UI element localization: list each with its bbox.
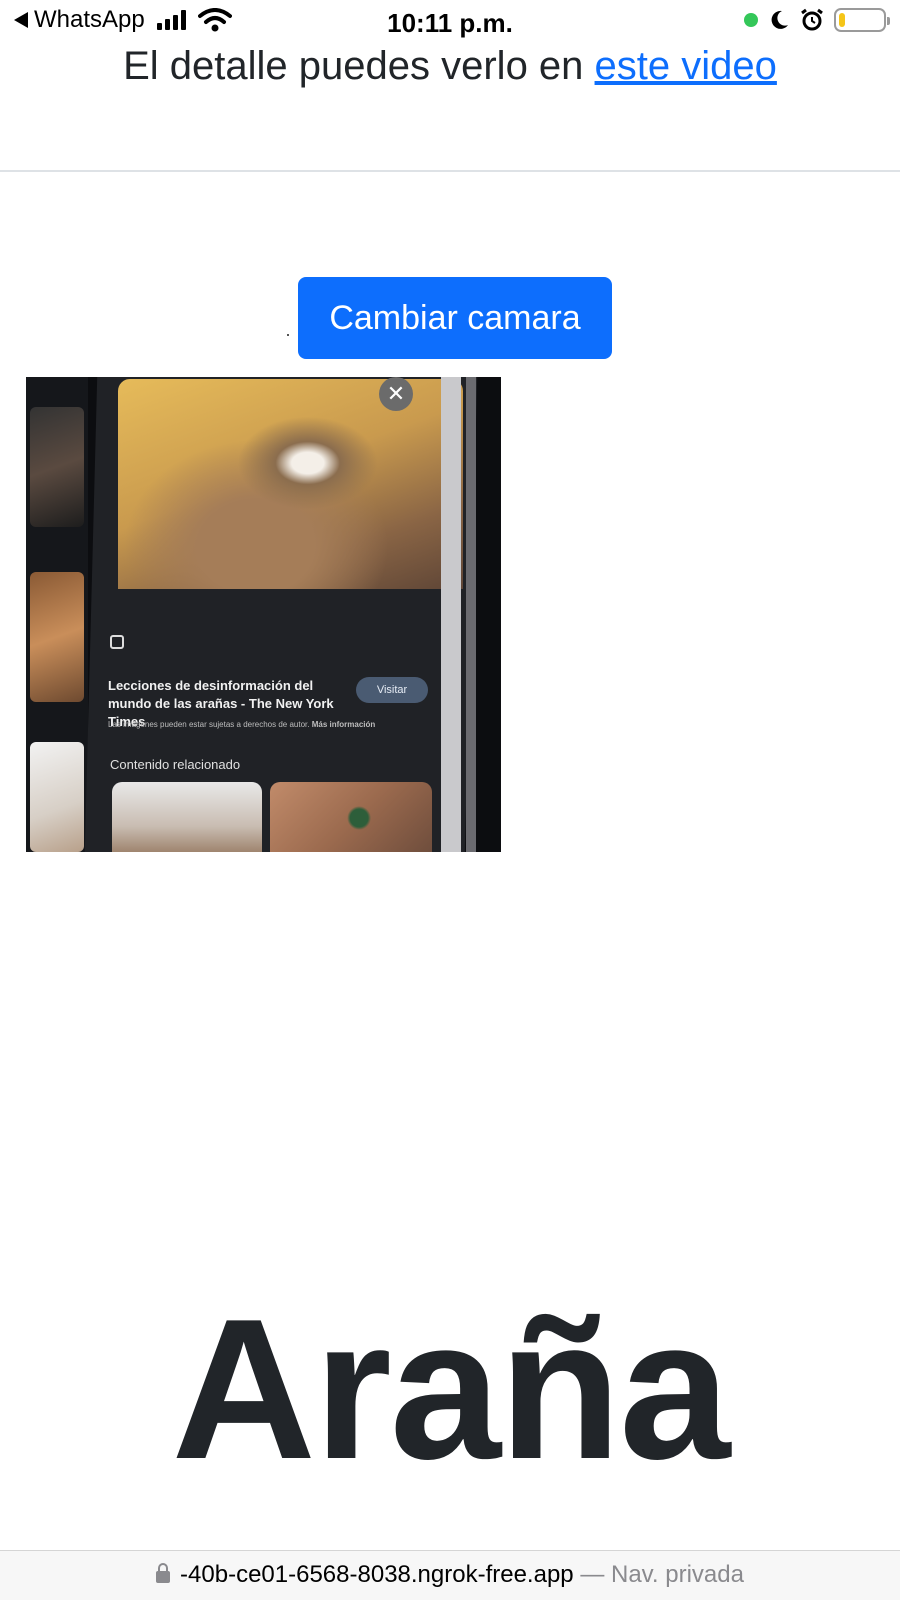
preview-thumb xyxy=(30,742,84,852)
intro-text: El detalle puedes verlo en este video xyxy=(0,44,900,89)
status-indicators xyxy=(744,8,890,32)
camera-preview[interactable]: ✕ Lecciones de desinformación del mundo … xyxy=(26,377,501,852)
camera-in-use-dot-icon xyxy=(744,13,758,27)
url-bar[interactable]: -40b-ce01-6568-8038.ngrok-free.app — Nav… xyxy=(0,1550,900,1600)
divider xyxy=(0,170,900,172)
url-text[interactable]: -40b-ce01-6568-8038.ngrok-free.app xyxy=(180,1561,574,1588)
lens-icon xyxy=(110,635,124,649)
spider-photo xyxy=(118,379,463,589)
close-icon: ✕ xyxy=(379,377,413,411)
prediction-label: Araña xyxy=(171,1278,731,1501)
video-link[interactable]: este video xyxy=(595,44,777,88)
device-edge xyxy=(466,377,476,852)
lock-icon xyxy=(156,1563,171,1583)
alarm-icon xyxy=(801,8,823,31)
preview-more-info: Más información xyxy=(311,720,376,729)
preview-thumb xyxy=(30,407,84,527)
preview-disclaimer: Las imágenes pueden estar sujetas a dere… xyxy=(108,720,375,729)
preview-related-thumb xyxy=(270,782,432,852)
preview-left-column xyxy=(26,377,88,852)
preview-thumb xyxy=(30,572,84,702)
tiny-dot xyxy=(287,334,289,336)
preview-disclaimer-text: Las imágenes pueden estar sujetas a dere… xyxy=(108,720,310,729)
private-mode-label: — Nav. privada xyxy=(573,1561,744,1588)
preview-related-thumb xyxy=(112,782,262,852)
preview-related-label: Contenido relacionado xyxy=(110,757,241,772)
moon-icon xyxy=(771,10,788,29)
preview-visit-pill: Visitar xyxy=(356,677,428,703)
battery-level xyxy=(839,13,846,27)
status-bar: WhatsApp 10:11 p.m. xyxy=(0,0,900,44)
battery-icon xyxy=(834,8,890,32)
device-edge xyxy=(441,377,461,852)
switch-camera-button[interactable]: Cambiar camara xyxy=(298,277,612,359)
intro-label: El detalle puedes verlo en xyxy=(123,44,584,88)
